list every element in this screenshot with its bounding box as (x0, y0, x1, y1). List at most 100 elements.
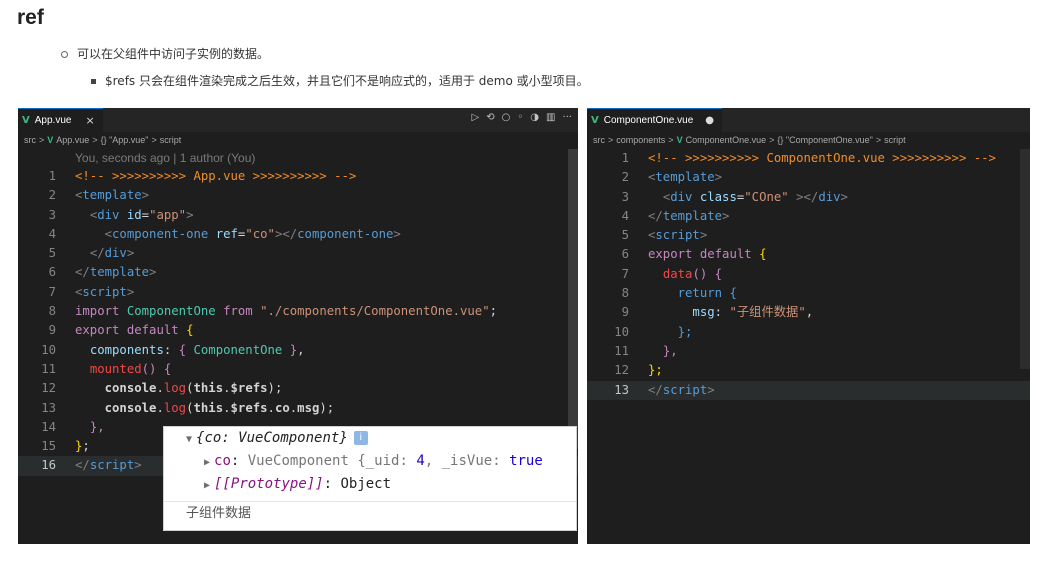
scrollbar[interactable] (568, 149, 578, 449)
console-property-row[interactable]: ▶ co: VueComponent {_uid: 4, _isVue: true (164, 450, 576, 473)
git-previous-icon[interactable]: ○ (502, 112, 511, 123)
tab-label: App.vue (34, 115, 72, 126)
code-token: . (223, 400, 231, 415)
breadcrumb-item[interactable]: script (160, 135, 182, 145)
code-token: return (677, 286, 723, 301)
line-number: 5 (48, 246, 56, 261)
console-prototype-row[interactable]: ▶ [[Prototype]]: Object (164, 473, 576, 496)
code-token: template (89, 265, 150, 280)
more-actions-icon[interactable]: ··· (562, 112, 572, 123)
tab-app-vue[interactable]: V App.vue × (18, 108, 103, 132)
split-editor-icon[interactable]: ▥ (546, 112, 555, 123)
info-icon[interactable]: i (353, 431, 368, 445)
vue-file-icon: V (22, 115, 30, 126)
line-number: 1 (48, 169, 56, 183)
code-line[interactable]: 7 data() { (587, 265, 1030, 284)
code-token: > (141, 188, 150, 203)
code-token: class (699, 189, 737, 204)
line-number: 9 (48, 323, 56, 338)
code-token: () (692, 266, 708, 281)
code-line[interactable]: 4 </template> (587, 207, 1030, 226)
code-line[interactable]: 4 <component-one ref="co"></component-on… (18, 225, 578, 244)
code-line[interactable]: 5 </div> (18, 244, 578, 263)
git-next-icon[interactable]: ◦ (517, 112, 523, 123)
line-number: 3 (621, 189, 629, 204)
unsaved-dot-icon[interactable]: ● (705, 115, 714, 126)
timeline-icon[interactable]: ⟲ (486, 112, 494, 123)
code-token: from (223, 304, 253, 319)
collapsed-triangle-icon[interactable]: ▶ (204, 457, 210, 468)
code-text: return { (648, 286, 737, 300)
breadcrumb-item[interactable]: src (24, 135, 36, 145)
code-line[interactable]: 9 export default { (18, 321, 578, 340)
line-number: 8 (48, 304, 56, 319)
code-line[interactable]: 6 </template> (18, 263, 578, 282)
git-blame-annotation[interactable]: You, seconds ago | 1 author (You) (18, 149, 578, 167)
breadcrumb-item[interactable]: script (884, 135, 906, 145)
code-token: div (104, 246, 127, 261)
code-token: > (149, 265, 157, 280)
breadcrumb-item[interactable]: ComponentOne.vue (686, 135, 767, 145)
code-token: > (840, 189, 848, 204)
code-token: export (75, 323, 120, 338)
code-line[interactable]: 9 msg: "子组件数据", (587, 303, 1030, 322)
code-token: "COne" (744, 189, 789, 204)
code-line[interactable]: 10 }; (587, 323, 1030, 342)
code-line[interactable]: 12}; (587, 361, 1030, 380)
code-line[interactable]: 7 <script> (18, 283, 578, 302)
collapsed-triangle-icon[interactable]: ▶ (204, 480, 210, 491)
breadcrumb-item[interactable]: {} "ComponentOne.vue" (777, 135, 872, 145)
tab-label: ComponentOne.vue (603, 115, 694, 126)
breadcrumb-item[interactable]: src (593, 135, 605, 145)
line-number: 13 (614, 382, 629, 397)
square-bullet-icon (91, 79, 96, 84)
code-line[interactable]: 11 mounted() { (18, 360, 578, 379)
toggle-icon[interactable]: ◑ (530, 112, 539, 123)
code-token: console (104, 400, 157, 415)
code-token: data (662, 266, 693, 281)
code-line[interactable]: 8 import ComponentOne from "./components/… (18, 302, 578, 321)
line-number: 15 (41, 439, 56, 454)
code-line[interactable]: 3 <div class="COne" ></div> (587, 188, 1030, 207)
run-icon[interactable]: ▷ (472, 112, 480, 123)
console-output-popup: ▼ {co: VueComponent} i ▶ co: VueComponent {… (163, 426, 577, 531)
code-token: this (193, 381, 224, 396)
code-line[interactable]: 1 <!-- >>>>>>>>>> ComponentOne.vue >>>>>>… (587, 149, 1030, 168)
code-area[interactable]: 1 <!-- >>>>>>>>>> ComponentOne.vue >>>>>>… (587, 149, 1030, 400)
code-text: msg: "子组件数据", (648, 305, 813, 319)
code-line[interactable]: 8 return { (587, 284, 1030, 303)
code-line[interactable]: 2 <template> (18, 186, 578, 205)
code-line[interactable]: 13 </script> (587, 380, 1030, 400)
code-line[interactable]: 1 <!-- >>>>>>>>>> App.vue >>>>>>>>>> --> (18, 167, 578, 186)
bullet-level2: $refs 只会在组件渲染完成之后生效，并且它们不是响应式的，适用于 demo … (91, 72, 589, 89)
breadcrumb-item[interactable]: {} "App.vue" (101, 135, 149, 145)
breadcrumb-item[interactable]: components (616, 135, 665, 145)
code-line[interactable]: 12 console.log(this.$refs); (18, 379, 578, 398)
code-token: , (805, 305, 814, 320)
code-line[interactable]: 2 <template> (587, 168, 1030, 187)
code-line[interactable]: 13 console.log(this.$refs.co.msg); (18, 399, 578, 418)
tab-componentone-vue[interactable]: V ComponentOne.vue ● (587, 108, 722, 132)
code-line[interactable]: 10 components: { ComponentOne }, (18, 341, 578, 360)
expanded-triangle-icon[interactable]: ▼ (186, 434, 192, 445)
line-number: 4 (621, 208, 629, 223)
code-line[interactable]: 3 <div id="app"> (18, 206, 578, 225)
code-text: </div> (75, 246, 134, 260)
code-line[interactable]: 6 export default { (587, 245, 1030, 264)
breadcrumb-item[interactable]: App.vue (56, 135, 89, 145)
code-text: export default { (75, 323, 193, 337)
code-token: = (141, 207, 150, 222)
console-object-header[interactable]: ▼ {co: VueComponent} i (164, 427, 576, 450)
code-line[interactable]: 5 <script> (587, 226, 1030, 245)
close-tab-icon[interactable]: × (85, 114, 94, 127)
code-line[interactable]: 11 }, (587, 342, 1030, 361)
code-text: components: { ComponentOne }, (75, 343, 305, 357)
scrollbar[interactable] (1020, 149, 1030, 369)
